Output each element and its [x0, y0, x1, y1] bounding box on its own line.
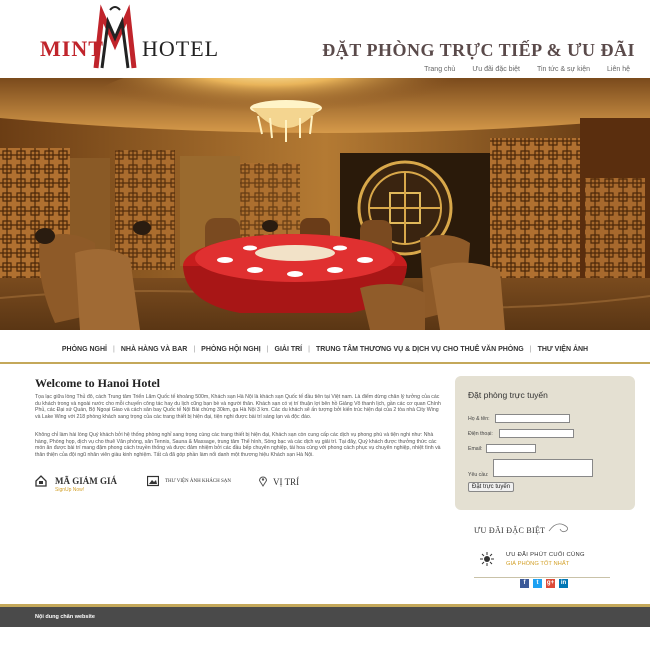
online-booking-panel: Đặt phòng trực tuyến Họ & tên: Điện thoạ… — [455, 376, 635, 510]
map-pin-icon — [258, 476, 268, 487]
topnav-news-events[interactable]: Tin tức & sự kiện — [537, 66, 590, 73]
logo-m-emblem — [93, 4, 137, 69]
name-label: Họ & tên: — [468, 416, 490, 422]
mainnav-meeting-rooms[interactable]: PHÒNG HỘI NGHỊ — [195, 346, 267, 353]
logo-word-hotel: HOTEL — [142, 36, 220, 61]
swirl-ornament-icon — [548, 523, 568, 533]
email-input[interactable] — [486, 444, 536, 453]
coupon-title: MÃ GIẢM GIÁ — [55, 476, 117, 486]
welcome-paragraph-2: Không chỉ làm hài lòng Quý khách bởi hệ … — [35, 432, 441, 458]
book-online-button[interactable]: Đặt trực tuyến — [468, 482, 515, 492]
coupon-signup[interactable]: SignUp Now! — [55, 487, 84, 493]
sunburst-icon — [480, 552, 494, 566]
restaurant-photo — [0, 78, 650, 330]
phone-label: Điện thoại: — [468, 431, 493, 437]
site-footer: Nội dung chân website — [0, 607, 650, 627]
topnav-contact[interactable]: Liên hệ — [607, 66, 630, 73]
twitter-icon[interactable]: t — [533, 579, 542, 588]
welcome-title: Welcome to Hanoi Hotel — [35, 376, 160, 390]
gallery-link[interactable]: THƯ VIỆN ẢNH KHÁCH SẠN — [147, 475, 231, 487]
quick-links: MÃ GIẢM GIÁ SignUp Now! THƯ VIỆN ẢNH KHÁ… — [35, 475, 335, 497]
last-minute-label: ƯU ĐÃI PHÚT CUỐI CÙNG — [506, 552, 585, 558]
booking-title: Đặt phòng trực tuyến — [468, 390, 548, 400]
name-input[interactable] — [495, 414, 570, 423]
nav-divider-line — [0, 362, 650, 364]
hotel-logo[interactable]: MINT HOTEL — [38, 4, 218, 70]
top-nav: Trang chủ Ưu đãi đặc biệt Tin tức & sự k… — [407, 66, 630, 73]
phone-input[interactable] — [499, 429, 574, 438]
footer-text: Nội dung chân website — [35, 614, 95, 620]
mainnav-gallery[interactable]: THƯ VIỆN ẢNH — [532, 346, 595, 353]
coupon-link[interactable]: MÃ GIẢM GIÁ SignUp Now! — [35, 475, 117, 493]
topnav-special-offers[interactable]: Ưu đãi đặc biệt — [472, 66, 520, 73]
special-offers-title: ƯU ĐÃI ĐẶC BIỆT — [474, 526, 546, 535]
welcome-paragraph-1: Tọa lạc giữa lòng Thủ đô, cách Trung tâm… — [35, 394, 441, 420]
facebook-icon[interactable]: f — [520, 579, 529, 588]
location-link[interactable]: VỊ TRÍ — [257, 475, 299, 487]
mainnav-business-center[interactable]: TRUNG TÂM THƯƠNG VỤ & DỊCH VỤ CHO THUÊ V… — [310, 346, 530, 353]
offer-divider — [474, 577, 610, 578]
main-nav: PHÒNG NGHỈ | NHÀ HÀNG VÀ BAR | PHÒNG HỘI… — [0, 340, 650, 358]
location-label: VỊ TRÍ — [273, 477, 300, 487]
mainnav-entertainment[interactable]: GIẢI TRÍ — [269, 346, 309, 353]
linkedin-icon[interactable]: in — [559, 579, 568, 588]
gallery-label: THƯ VIỆN ẢNH KHÁCH SẠN — [165, 479, 232, 484]
photo-icon — [147, 475, 159, 487]
social-links: f t g+ in — [520, 579, 568, 588]
coupon-house-icon — [35, 475, 47, 487]
hero-banner-image — [0, 78, 650, 330]
email-label: Email: — [468, 446, 483, 452]
best-price-label: GIÁ PHÒNG TỐT NHẤT — [506, 561, 570, 567]
mainnav-restaurant-bar[interactable]: NHÀ HÀNG VÀ BAR — [115, 346, 194, 353]
google-plus-icon[interactable]: g+ — [546, 579, 555, 588]
mainnav-rooms[interactable]: PHÒNG NGHỈ — [56, 346, 113, 353]
request-textarea[interactable] — [493, 459, 593, 477]
site-header: MINT HOTEL ĐẶT PHÒNG TRỰC TIẾP & ƯU ĐÃI … — [0, 0, 650, 78]
booking-headline: ĐẶT PHÒNG TRỰC TIẾP & ƯU ĐÃI — [322, 40, 635, 60]
topnav-home[interactable]: Trang chủ — [424, 66, 455, 73]
request-label: Yêu cầu: — [468, 472, 489, 478]
last-minute-offer[interactable]: ƯU ĐÃI PHÚT CUỐI CÙNG GIÁ PHÒNG TỐT NHẤT — [474, 546, 610, 576]
